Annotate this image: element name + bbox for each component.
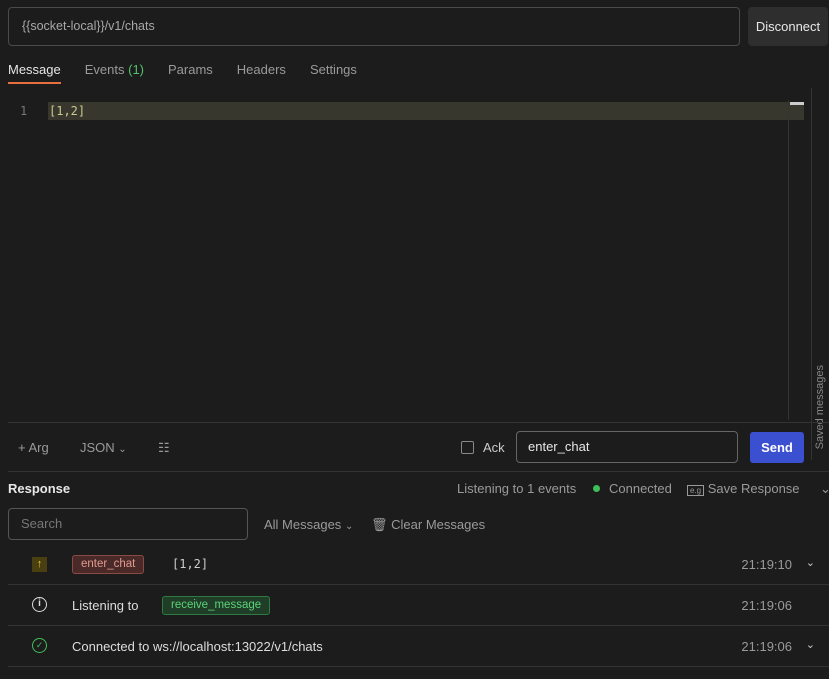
tab-headers[interactable]: Headers xyxy=(237,62,286,84)
filter-label: All Messages xyxy=(264,517,342,532)
beautify-icon[interactable]: ☷ xyxy=(158,440,170,456)
url-input[interactable]: {{socket-local}}/v1/chats xyxy=(8,7,740,46)
arrow-up-icon: ↑ xyxy=(32,557,47,572)
event-tag: receive_message xyxy=(162,596,271,615)
trash-icon: 🗑 xyxy=(371,517,388,532)
divider xyxy=(8,422,829,423)
tabs: Message Events (1) Params Headers Settin… xyxy=(8,62,357,84)
response-title: Response xyxy=(8,481,71,496)
ack-checkbox[interactable] xyxy=(461,441,474,454)
scrollbar-track xyxy=(788,100,789,420)
clear-label: Clear Messages xyxy=(391,517,486,532)
ack-label: Ack xyxy=(483,440,505,455)
expand-chevron-icon[interactable]: ⌄ xyxy=(806,638,815,651)
message-filter-dropdown[interactable]: All Messages ⌄ xyxy=(264,517,353,532)
tab-events-label: Events xyxy=(84,62,129,77)
message-editor[interactable]: 1 [1,2] xyxy=(8,100,804,422)
chevron-down-icon: ⌄ xyxy=(344,521,354,532)
scrollbar-thumb[interactable] xyxy=(790,102,804,105)
saved-messages-tab[interactable]: Saved messages xyxy=(814,365,826,449)
divider xyxy=(8,471,829,472)
timestamp: 21:19:06 xyxy=(741,598,792,613)
message-row[interactable]: ↑ enter_chat [1,2] 21:19:10 ⌄ xyxy=(8,544,829,585)
disconnect-button[interactable]: Disconnect xyxy=(748,7,828,46)
message-row[interactable]: ✓ Connected to ws://localhost:13022/v1/c… xyxy=(8,626,829,667)
line-number: 1 xyxy=(20,104,28,118)
send-button[interactable]: Send xyxy=(750,432,804,463)
divider xyxy=(811,88,812,460)
save-response-icon: e.g xyxy=(687,485,705,496)
message-payload: [1,2] xyxy=(172,557,209,571)
search-input[interactable]: Search xyxy=(8,508,248,540)
events-count: (1) xyxy=(128,62,144,77)
tab-settings[interactable]: Settings xyxy=(310,62,357,84)
tab-params[interactable]: Params xyxy=(168,62,213,84)
timestamp: 21:19:06 xyxy=(741,639,792,654)
connection-status: Connected xyxy=(609,481,672,496)
info-icon: i xyxy=(32,597,47,612)
event-tag: enter_chat xyxy=(72,555,145,574)
save-response-label: Save Response xyxy=(707,481,800,496)
add-arg-button[interactable]: + Arg xyxy=(18,440,49,455)
expand-chevron-icon[interactable]: ⌄ xyxy=(806,556,815,569)
tab-events[interactable]: Events (1) xyxy=(85,62,144,84)
event-name-input[interactable]: enter_chat xyxy=(516,431,738,463)
editor-line[interactable]: [1,2] xyxy=(48,102,804,120)
message-text: Listening to xyxy=(72,598,139,613)
arg-label: Arg xyxy=(28,440,49,455)
format-dropdown[interactable]: JSON ⌄ xyxy=(80,440,127,455)
message-text: Connected to ws://localhost:13022/v1/cha… xyxy=(72,639,323,654)
format-label: JSON xyxy=(80,440,115,455)
chevron-down-icon: ⌄ xyxy=(118,444,127,455)
collapse-chevron-icon[interactable]: ⌄ xyxy=(820,481,829,497)
message-row[interactable]: i Listening to receive_message 21:19:06 xyxy=(8,585,829,626)
save-response-button[interactable]: e.g Save Response xyxy=(687,481,800,496)
check-circle-icon: ✓ xyxy=(32,638,47,653)
listening-status: Listening to 1 events xyxy=(457,481,577,496)
clear-messages-button[interactable]: 🗑 Clear Messages xyxy=(371,517,485,533)
tab-message[interactable]: Message xyxy=(8,62,61,84)
connected-dot-icon xyxy=(593,485,600,492)
timestamp: 21:19:10 xyxy=(741,557,792,572)
plus-icon: + xyxy=(18,440,29,455)
